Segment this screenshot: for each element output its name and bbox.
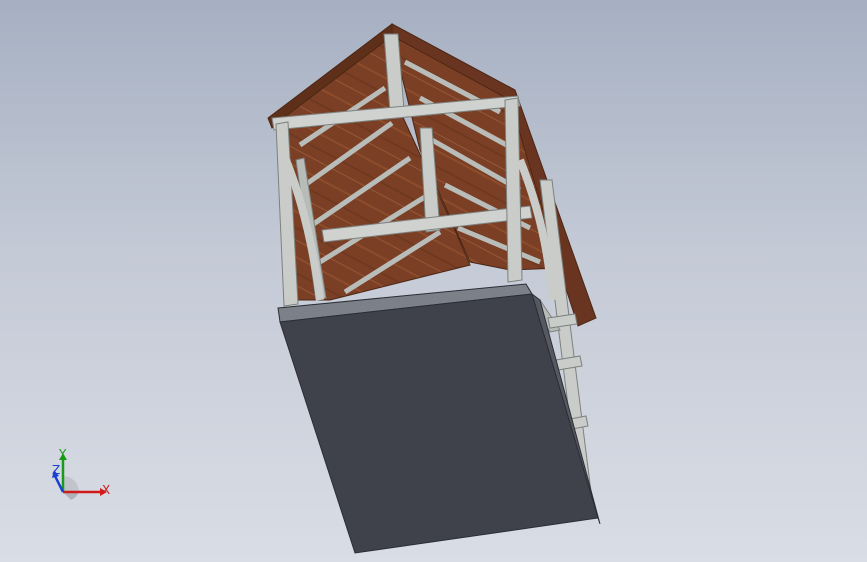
triad-y-label: Y	[59, 447, 67, 461]
triad-z-label: Z	[52, 463, 61, 477]
reference-triad: X Y Z	[45, 446, 120, 506]
cad-graphics-viewport[interactable]: X Y Z	[0, 0, 867, 562]
triad-x-label: X	[102, 483, 111, 497]
base-slab[interactable]	[279, 293, 599, 554]
gazebo-3d-model[interactable]	[0, 0, 867, 562]
